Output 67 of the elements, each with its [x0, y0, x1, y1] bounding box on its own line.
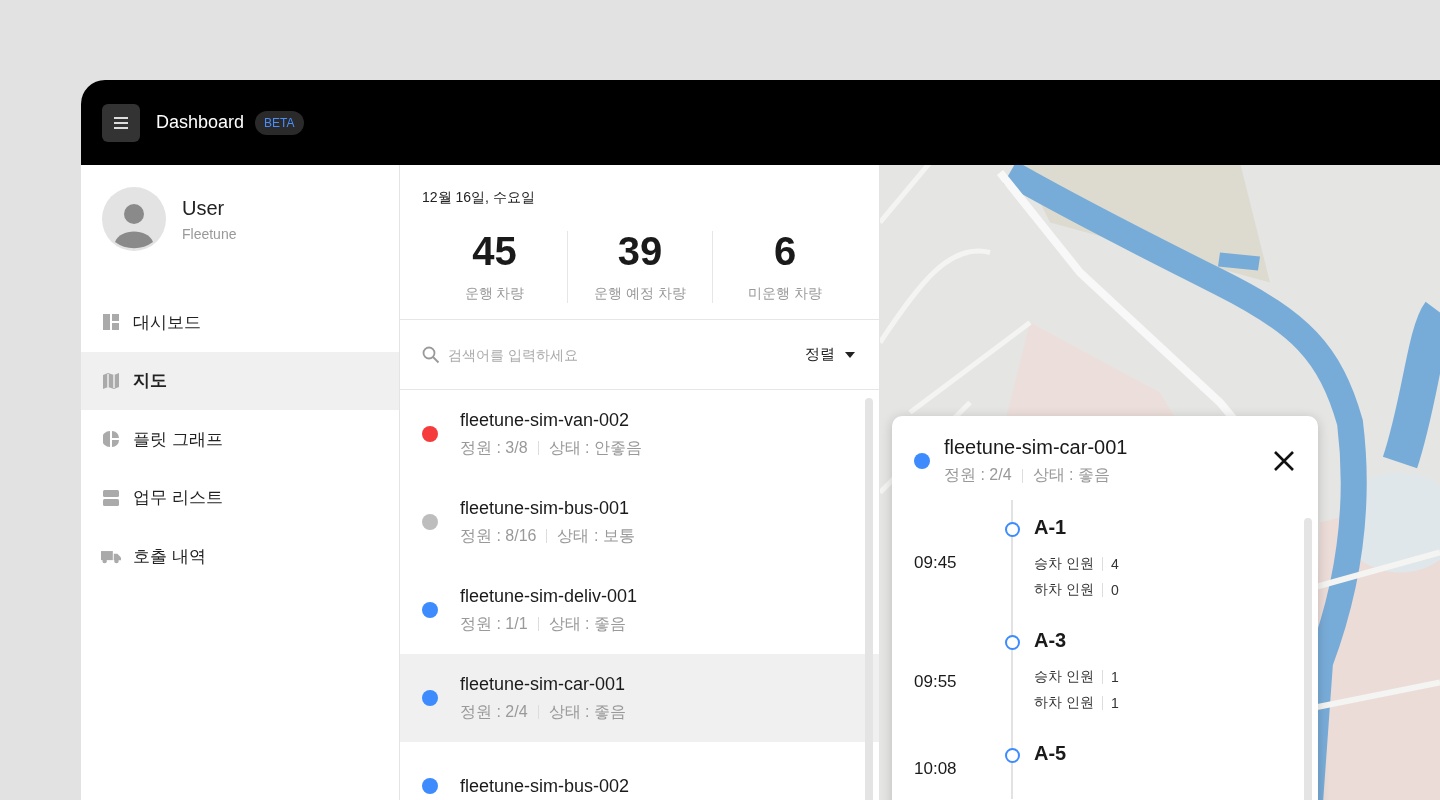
nav-item[interactable]: 대시보드 [81, 293, 399, 352]
count-label: 하차 인원 [1034, 694, 1094, 712]
nav-item[interactable]: 업무 리스트 [81, 468, 399, 527]
vehicle-name: fleetune-sim-deliv-001 [460, 585, 638, 607]
sort-button[interactable]: 정렬 [805, 345, 855, 364]
search-icon [422, 345, 440, 364]
nav-item[interactable]: 플릿 그래프 [81, 410, 399, 469]
count-value: 0 [1110, 582, 1119, 598]
vehicle-name: fleetune-sim-car-001 [944, 436, 1129, 459]
menu-icon [114, 116, 128, 129]
list-icon [103, 489, 119, 506]
close-icon [1272, 449, 1296, 473]
stat-label: 미운행 차량 [748, 285, 822, 303]
stat-value: 39 [617, 231, 663, 271]
pie-chart-icon [103, 431, 119, 448]
nav-item[interactable]: 지도 [81, 351, 399, 410]
stop-name: A-3 [1034, 629, 1068, 652]
count-label: 승차 인원 [1034, 555, 1094, 573]
vehicle-row[interactable]: fleetune-sim-van-002 정원 : 3/8 상태 : 안좋음 [400, 390, 879, 478]
map-icon [103, 372, 119, 389]
user-name: User [182, 196, 226, 220]
status-text: 상태 : 보통 [557, 525, 635, 546]
stop-time: 09:45 [914, 552, 958, 573]
vehicle-row[interactable]: fleetune-sim-bus-001 정원 : 8/16 상태 : 보통 [400, 478, 879, 566]
count-value: 4 [1110, 556, 1119, 572]
vehicle-row[interactable]: fleetune-sim-car-001 정원 : 2/4 상태 : 좋음 [400, 654, 879, 742]
stop-time: 10:08 [914, 758, 958, 779]
stat-value: 45 [472, 231, 517, 271]
vehicle-row[interactable]: fleetune-sim-deliv-001 정원 : 1/1 상태 : 좋음 [400, 566, 879, 654]
stop-name: A-1 [1034, 516, 1068, 539]
stop-name: A-5 [1034, 742, 1068, 765]
timeline-marker [1004, 635, 1020, 650]
dashboard-icon [103, 314, 119, 331]
count-label: 하차 인원 [1034, 581, 1094, 599]
capacity-text: 정원 : 2/4 [460, 701, 528, 722]
capacity-text: 정원 : 8/16 [460, 525, 537, 546]
menu-button[interactable] [102, 103, 140, 142]
vehicle-name: fleetune-sim-van-002 [460, 409, 631, 431]
stat-label: 운행 차량 [464, 285, 525, 303]
status-text: 상태 : 좋음 [1032, 465, 1110, 485]
nav-item[interactable]: 호출 내역 [81, 527, 399, 586]
organization-name: Fleetune [182, 225, 237, 242]
status-text: 상태 : 좋음 [548, 613, 626, 634]
timeline-marker [1004, 748, 1020, 763]
capacity-text: 정원 : 1/1 [460, 613, 528, 634]
avatar [102, 187, 166, 251]
stop-time: 09:55 [914, 671, 958, 692]
stat-value: 6 [773, 231, 797, 271]
count-value: 1 [1110, 695, 1119, 711]
date-label: 12월 16일, 수요일 [422, 189, 536, 207]
app-title: Dashboard [156, 112, 245, 133]
vehicle-row[interactable]: fleetune-sim-bus-002 [400, 742, 879, 800]
vehicle-name: fleetune-sim-bus-001 [460, 497, 631, 519]
capacity-text: 정원 : 3/8 [460, 437, 528, 458]
capacity-text: 정원 : 2/4 [944, 465, 1012, 485]
beta-badge: BETA [255, 110, 304, 135]
close-button[interactable] [1272, 449, 1296, 473]
status-text: 상태 : 안좋음 [548, 437, 642, 458]
vehicle-name: fleetune-sim-car-001 [460, 673, 626, 695]
status-text: 상태 : 좋음 [548, 701, 626, 722]
vehicle-name: fleetune-sim-bus-002 [460, 775, 630, 797]
caret-icon [845, 351, 855, 358]
stat-label: 운행 예정 차량 [594, 285, 686, 303]
truck-icon [101, 548, 121, 564]
timeline-marker [1004, 522, 1020, 537]
count-label: 승차 인원 [1034, 668, 1094, 686]
count-value: 1 [1110, 669, 1119, 685]
